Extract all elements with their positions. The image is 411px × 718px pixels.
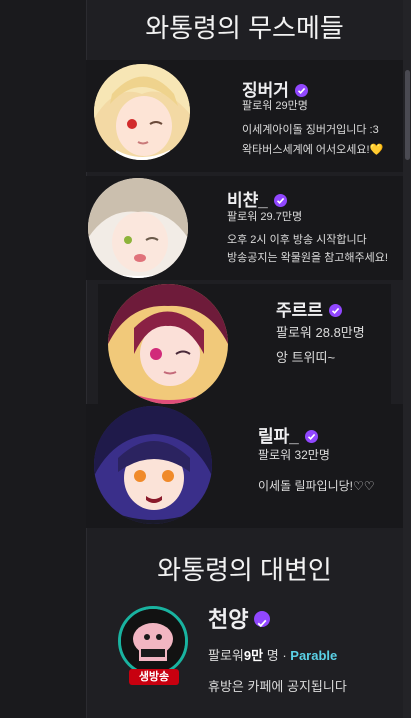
member-name-4[interactable]: 릴파_ (258, 422, 318, 447)
section-title-members: 와통령의 무스메들 (145, 13, 344, 43)
verified-check-icon (254, 611, 271, 628)
member-desc-1b: 왁타버스세계에 어서오세요!💛 (242, 144, 384, 156)
live-badge[interactable]: 생방송 (129, 669, 179, 685)
member-desc-4a: 이세돌 릴파입니당!♡♡ (258, 479, 375, 493)
member-card-1[interactable]: 징버거 팔로워 29만명 이세계아이돌 징버거입니다 :3 왁타버스세계에 어서… (86, 60, 403, 172)
member-desc-1a: 이세계아이돌 징버거입니다 :3 (242, 124, 379, 136)
scrollbar-thumb[interactable] (405, 70, 410, 160)
spokesperson-followers-count: 9만 (243, 648, 264, 663)
spokesperson-followers-suffix: 명 (266, 648, 279, 663)
member-followers-3: 팔로워 28.8만명 (276, 325, 365, 340)
scrollbar[interactable] (403, 0, 411, 718)
spokesperson-avatar[interactable] (118, 606, 188, 676)
spokesperson-name[interactable]: 천양 (208, 602, 271, 634)
member-avatar-4[interactable] (94, 406, 212, 524)
member-name-4-text[interactable]: 릴파_ (258, 427, 299, 446)
member-name-3[interactable]: 주르르 (276, 296, 342, 321)
spokesperson-meta: 팔로워9만 명 · Parable (208, 645, 337, 664)
member-avatar-2[interactable] (88, 178, 188, 278)
member-desc-2b: 방송공지는 왁물원을 참고해주세요! (227, 252, 388, 264)
member-card-2[interactable]: 비챤_ 팔로워 29.7만명 오후 2시 이후 방송 시작합니다 방송공지는 왁… (86, 176, 403, 280)
member-followers-1: 팔로워 29만명 (242, 100, 308, 112)
verified-check-icon (304, 430, 318, 444)
verified-check-icon (273, 194, 287, 208)
spokesperson-name-text[interactable]: 천양 (208, 607, 248, 632)
member-avatar-1[interactable] (94, 64, 190, 160)
member-desc-3a: 앙 트위띠~ (276, 350, 336, 365)
spokesperson-desc: 휴방은 카페에 공지됩니다 (208, 679, 347, 694)
left-panel (0, 0, 87, 718)
member-avatar-3[interactable] (108, 284, 228, 404)
meta-separator: · (282, 648, 287, 663)
section-title-spokesperson: 와통령의 대변인 (157, 555, 332, 585)
spokesperson-followers-prefix: 팔로워 (208, 648, 244, 663)
member-followers-4: 팔로워 32만명 (258, 448, 330, 462)
team-link[interactable]: Parable (290, 648, 337, 663)
member-name-3-text[interactable]: 주르르 (276, 301, 323, 320)
member-card-4[interactable]: 릴파_ 팔로워 32만명 이세돌 릴파입니당!♡♡ (86, 404, 403, 528)
verified-check-icon (294, 84, 308, 98)
member-card-3[interactable]: 주르르 팔로워 28.8만명 앙 트위띠~ (98, 284, 391, 404)
member-desc-2a: 오후 2시 이후 방송 시작합니다 (227, 234, 367, 246)
member-followers-2: 팔로워 29.7만명 (227, 211, 303, 223)
verified-check-icon (328, 304, 342, 318)
